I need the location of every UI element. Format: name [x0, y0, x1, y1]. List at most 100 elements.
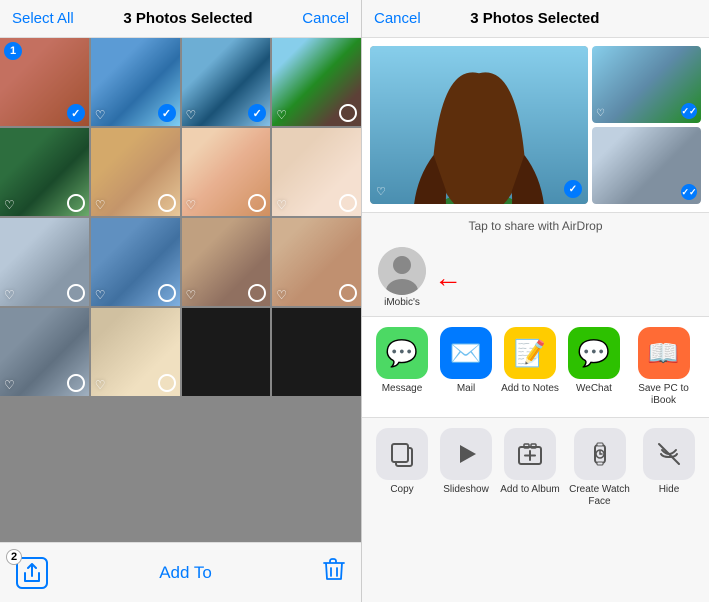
- notes-label: Add to Notes: [501, 383, 559, 395]
- photo-check-13[interactable]: [67, 374, 85, 392]
- photo-check-2[interactable]: [158, 104, 176, 122]
- wechat-icon: 💬: [568, 327, 620, 379]
- share-action-message[interactable]: 💬 Message: [370, 327, 434, 395]
- action-copy[interactable]: Copy: [370, 428, 434, 496]
- mail-icon: ✉️: [440, 327, 492, 379]
- photo-cell-6[interactable]: ♡: [91, 128, 180, 216]
- action-buttons-row: Copy Slideshow Add to Album: [362, 418, 709, 602]
- right-panel: Cancel 3 Photos Selected: [362, 0, 709, 602]
- photo-cell-10[interactable]: ♡: [91, 218, 180, 306]
- airdrop-contact[interactable]: iMobic's: [378, 247, 426, 308]
- preview-thumb-1-heart: ♡: [596, 108, 605, 119]
- airdrop-row: iMobic's ←: [362, 239, 709, 317]
- add-to-button[interactable]: Add To: [159, 563, 212, 583]
- preview-thumb-2[interactable]: ✓: [592, 127, 701, 204]
- notes-icon: 📝: [504, 327, 556, 379]
- photo-cell-7[interactable]: ♡: [182, 128, 271, 216]
- photo-cell-14[interactable]: ♡: [91, 308, 180, 396]
- right-cancel-button[interactable]: Cancel: [374, 10, 421, 27]
- photo-cell-11[interactable]: ♡: [182, 218, 271, 306]
- photo-heart-4: ♡: [276, 108, 287, 122]
- share-action-wechat[interactable]: 💬 WeChat: [562, 327, 626, 395]
- slideshow-label: Slideshow: [443, 484, 489, 496]
- photo-check-5[interactable]: [67, 194, 85, 212]
- photo-heart-3: ♡: [186, 108, 197, 122]
- preview-main-photo[interactable]: ✓ ♡: [370, 46, 588, 204]
- airdrop-contact-name: iMobic's: [384, 297, 420, 308]
- photo-cell-3[interactable]: ♡: [182, 38, 271, 126]
- selected-preview: ✓ ♡ ✓ ♡ ✓: [362, 38, 709, 213]
- add-album-icon: [504, 428, 556, 480]
- book-label: Save PC to iBook: [626, 383, 701, 407]
- photo-heart-12: ♡: [276, 288, 287, 302]
- photo-check-8[interactable]: [339, 194, 357, 212]
- left-footer: 2 Add To: [0, 542, 361, 602]
- footer-badge: 2: [6, 549, 22, 565]
- photo-heart-5: ♡: [4, 198, 15, 212]
- photo-check-12[interactable]: [339, 284, 357, 302]
- photo-heart-13: ♡: [4, 378, 15, 392]
- photo-heart-7: ♡: [186, 198, 197, 212]
- preview-thumb-1-check[interactable]: ✓: [681, 103, 697, 119]
- photo-check-10[interactable]: [158, 284, 176, 302]
- preview-thumb-2-check[interactable]: ✓: [681, 184, 697, 200]
- right-selected-count: 3 Photos Selected: [470, 10, 599, 27]
- photo-cell-8[interactable]: ♡: [272, 128, 361, 216]
- photo-badge-1: 1: [4, 42, 22, 60]
- preview-side-photos: ✓ ♡ ✓: [592, 46, 701, 204]
- watch-face-icon: [574, 428, 626, 480]
- watch-face-label: Create Watch Face: [562, 484, 637, 508]
- photo-check-9[interactable]: [67, 284, 85, 302]
- hide-label: Hide: [659, 484, 680, 496]
- photo-check-4[interactable]: [339, 104, 357, 122]
- photo-check-7[interactable]: [248, 194, 266, 212]
- photo-check-3[interactable]: [248, 104, 266, 122]
- airdrop-avatar: [378, 247, 426, 295]
- photo-cell-4[interactable]: ♡: [272, 38, 361, 126]
- preview-thumb-1[interactable]: ✓ ♡: [592, 46, 701, 123]
- select-all-button[interactable]: Select All: [12, 10, 74, 27]
- photo-cell-1[interactable]: 1: [0, 38, 89, 126]
- action-hide[interactable]: Hide: [637, 428, 701, 496]
- photo-check-11[interactable]: [248, 284, 266, 302]
- message-icon: 💬: [376, 327, 428, 379]
- action-slideshow[interactable]: Slideshow: [434, 428, 498, 496]
- photo-heart-11: ♡: [186, 288, 197, 302]
- share-action-book[interactable]: 📖 Save PC to iBook: [626, 327, 701, 407]
- copy-icon: [376, 428, 428, 480]
- photo-cell-5[interactable]: ♡: [0, 128, 89, 216]
- photo-check-1[interactable]: [67, 104, 85, 122]
- photo-cell-9[interactable]: ♡: [0, 218, 89, 306]
- delete-button[interactable]: [323, 558, 345, 588]
- share-button[interactable]: [16, 557, 48, 589]
- photo-cell-13[interactable]: ♡: [0, 308, 89, 396]
- photo-check-6[interactable]: [158, 194, 176, 212]
- share-action-mail[interactable]: ✉️ Mail: [434, 327, 498, 395]
- share-action-notes[interactable]: 📝 Add to Notes: [498, 327, 562, 395]
- photo-heart-14: ♡: [95, 378, 106, 392]
- photo-cell-empty-2: [272, 308, 361, 396]
- action-add-album[interactable]: Add to Album: [498, 428, 562, 496]
- right-header: Cancel 3 Photos Selected: [362, 0, 709, 38]
- photo-check-14[interactable]: [158, 374, 176, 392]
- slideshow-icon: [440, 428, 492, 480]
- mail-label: Mail: [457, 383, 475, 395]
- wechat-label: WeChat: [576, 383, 612, 395]
- left-panel: Select All 3 Photos Selected Cancel 1 ♡ …: [0, 0, 362, 602]
- left-selected-count: 3 Photos Selected: [123, 10, 252, 27]
- add-album-label: Add to Album: [500, 484, 559, 496]
- photo-heart-2: ♡: [95, 108, 106, 122]
- photo-cell-empty-1: [182, 308, 271, 396]
- photo-grid: 1 ♡ ♡ ♡ ♡ ♡ ♡ ♡: [0, 38, 361, 542]
- photo-cell-12[interactable]: ♡: [272, 218, 361, 306]
- message-label: Message: [382, 383, 423, 395]
- left-header: Select All 3 Photos Selected Cancel: [0, 0, 361, 38]
- share-actions-row: 💬 Message ✉️ Mail 📝 Add to Notes 💬 WeCha…: [362, 317, 709, 418]
- photo-heart-6: ♡: [95, 198, 106, 212]
- action-watch-face[interactable]: Create Watch Face: [562, 428, 637, 508]
- photo-cell-2[interactable]: ♡: [91, 38, 180, 126]
- preview-main-check[interactable]: ✓: [564, 180, 582, 198]
- left-cancel-button[interactable]: Cancel: [302, 10, 349, 27]
- book-icon: 📖: [638, 327, 690, 379]
- red-arrow-indicator: ←: [434, 262, 462, 294]
